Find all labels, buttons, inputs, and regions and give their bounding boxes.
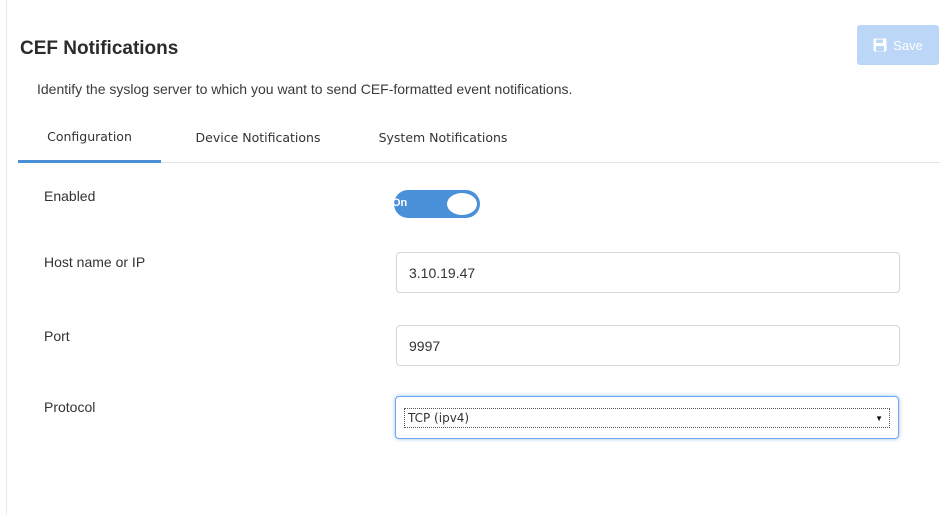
cef-notifications-page: CEF Notifications Save Identify the sysl… [0, 0, 948, 515]
protocol-select-value: TCP (ipv4) [408, 411, 470, 425]
page-description: Identify the syslog server to which you … [37, 81, 573, 97]
tab-system-notifications[interactable]: System Notifications [368, 112, 518, 163]
caret-down-icon: ▼ [875, 413, 883, 423]
page-title: CEF Notifications [20, 38, 179, 59]
left-border [6, 0, 7, 515]
tab-bar: Configuration Device Notifications Syste… [18, 112, 940, 163]
port-label: Port [44, 328, 70, 344]
tab-device-notifications[interactable]: Device Notifications [183, 112, 333, 163]
toggle-state-text: On [392, 197, 408, 209]
enabled-toggle[interactable]: On [392, 190, 480, 218]
save-button-label: Save [893, 37, 923, 53]
toggle-knob [447, 193, 477, 215]
save-button[interactable]: Save [857, 25, 939, 65]
host-label: Host name or IP [44, 254, 146, 270]
protocol-select[interactable]: TCP (ipv4) ▼ [395, 396, 899, 439]
floppy-disk-icon [873, 38, 887, 52]
protocol-select-focus: TCP (ipv4) ▼ [404, 408, 890, 428]
tab-configuration[interactable]: Configuration [18, 112, 161, 163]
enabled-label: Enabled [44, 188, 96, 204]
host-input[interactable] [396, 252, 900, 293]
port-input[interactable] [396, 325, 900, 366]
protocol-label: Protocol [44, 399, 96, 415]
